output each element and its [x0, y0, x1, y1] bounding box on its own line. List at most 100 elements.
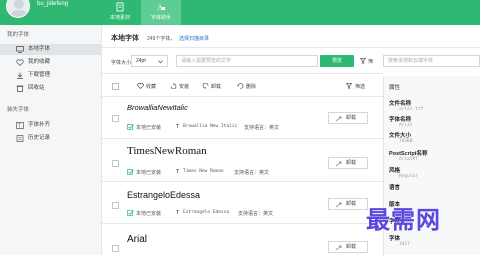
font-name: EstrangeloEdessa	[127, 190, 201, 200]
font-checkbox[interactable]	[112, 115, 119, 122]
installed-check-icon	[127, 124, 134, 130]
divider	[102, 138, 383, 139]
sidebar-item-label: 本地字体	[28, 46, 51, 52]
divider	[102, 181, 383, 182]
font-type-icon: T	[176, 210, 180, 216]
tab-font-assistant[interactable]: A 字体助手	[141, 0, 181, 25]
delete-icon	[237, 83, 244, 89]
select-all-checkbox[interactable]	[112, 83, 119, 90]
font-checkbox[interactable]	[112, 160, 119, 167]
divider	[102, 223, 383, 224]
filter-icon	[346, 83, 352, 89]
installed-check-icon	[127, 169, 134, 175]
filter-icon	[360, 58, 366, 64]
divider	[102, 47, 480, 48]
download-icon	[17, 72, 23, 79]
scan-directory-link[interactable]: 选择扫描目录	[179, 35, 209, 42]
font-count: 249个字体，	[147, 36, 176, 42]
install-icon	[170, 83, 177, 89]
prop-label: 文件大小	[389, 133, 412, 139]
prop-label: PostScript名称	[389, 151, 428, 157]
font-languages: 支持语言：英文	[238, 211, 274, 217]
sidebar-item-history[interactable]: 历史记录	[0, 133, 101, 144]
sidebar-section-missing-fonts: 装失字体	[7, 107, 30, 113]
sidebar-item-recycle-bin[interactable]: 回收站	[0, 83, 101, 94]
font-checkbox[interactable]	[112, 202, 119, 209]
divider	[102, 73, 383, 74]
search-input[interactable]: 搜索本地和云端字体	[383, 55, 480, 67]
prop-label: 风格	[389, 168, 401, 174]
uninstall-button[interactable]: 卸载	[328, 198, 368, 210]
uninstall-icon	[335, 116, 342, 122]
tab-label: 本地素材	[109, 15, 130, 21]
sidebar-item-label: 回收站	[28, 85, 45, 91]
font-size-label: 字体大小	[111, 60, 132, 66]
prop-value: 763KB	[399, 139, 413, 144]
action-label: 收藏	[146, 84, 157, 90]
filter-button[interactable]: 筛	[359, 55, 381, 67]
install-status: 本地已安装	[136, 211, 162, 217]
uninstall-label: 卸载	[346, 115, 357, 121]
chevron-down-icon	[158, 60, 163, 64]
monitor-icon	[16, 46, 24, 53]
font-size-select[interactable]: 24pt	[131, 55, 168, 67]
sidebar-item-local-fonts[interactable]: 本地字体	[0, 44, 101, 55]
font-languages: 支持语言：英文	[234, 170, 270, 176]
uninstall-icon	[335, 245, 342, 251]
preview-text-input[interactable]: 请输入需要预览的文字	[176, 55, 318, 67]
font-sample: Times New Roman	[183, 169, 224, 174]
uninstall-label: 卸载	[346, 160, 357, 166]
install-status: 本地已安装	[136, 125, 162, 131]
history-icon	[16, 135, 24, 142]
preview-button[interactable]: 预览	[320, 55, 354, 67]
font-sample: Estrangelo Edessa	[183, 210, 230, 215]
installed-check-icon	[127, 210, 134, 216]
document-icon	[116, 2, 124, 12]
prop-value: Arial	[399, 123, 413, 128]
sidebar-item-font-fill[interactable]: T 字体补齐	[0, 120, 101, 131]
uninstall-button[interactable]: 卸载	[328, 241, 368, 253]
sidebar-item-favorites[interactable]: 我的收藏	[0, 57, 101, 68]
prop-value: arial.ttf	[399, 107, 424, 112]
sidebar-section-my-fonts: 我的字体	[7, 32, 30, 38]
uninstall-icon	[335, 202, 342, 208]
action-label: 卸载	[211, 84, 222, 90]
prop-label: 语言	[389, 185, 401, 191]
sidebar-item-label: 我的收藏	[28, 59, 51, 65]
top-header: bu_jidefeng 本地素材 A 字体助手	[0, 0, 480, 25]
font-size-value: 24pt	[136, 58, 146, 64]
sidebar-item-downloads[interactable]: 下载管理	[0, 70, 101, 81]
filter-label: 筛	[368, 59, 374, 65]
avatar[interactable]	[6, 0, 30, 18]
tab-label: 字体助手	[150, 15, 171, 21]
font-type-icon: T	[176, 124, 180, 130]
uninstall-icon	[335, 161, 342, 167]
watermark: 最需网	[366, 205, 441, 234]
uninstall-icon	[202, 83, 209, 89]
properties-title: 属性	[389, 85, 401, 91]
font-sample: Browallia New Italic	[183, 124, 238, 129]
page-title: 本地字体	[111, 35, 139, 42]
sidebar: 我的字体 本地字体 我的收藏 下载管理 回收站 装失字体 T 字体补齐 历史记录	[0, 25, 102, 255]
uninstall-button[interactable]: 卸载	[328, 157, 368, 169]
filter-label: 筛选	[355, 84, 366, 90]
prop-label: 字体名称	[389, 117, 412, 123]
heart-icon	[16, 59, 24, 66]
sidebar-item-label: 历史记录	[28, 135, 51, 141]
prop-label: 字体	[389, 236, 401, 242]
uninstall-button[interactable]: 卸载	[328, 112, 368, 124]
trash-icon	[16, 85, 24, 92]
font-icon: A	[157, 3, 165, 12]
install-status: 本地已安装	[136, 170, 162, 176]
divider	[102, 96, 383, 97]
font-type-icon: T	[176, 169, 180, 175]
prop-label: 文件名称	[389, 101, 412, 107]
list-filter-button[interactable]: 筛选	[346, 81, 376, 91]
sidebar-item-label: 字体补齐	[28, 122, 51, 128]
heart-outline-icon	[137, 83, 144, 89]
font-checkbox[interactable]	[112, 245, 119, 252]
font-fill-icon: T	[16, 122, 24, 129]
tab-local-materials[interactable]: 本地素材	[100, 0, 140, 25]
uninstall-label: 卸载	[346, 201, 357, 207]
username[interactable]: bu_jidefeng	[37, 0, 68, 8]
